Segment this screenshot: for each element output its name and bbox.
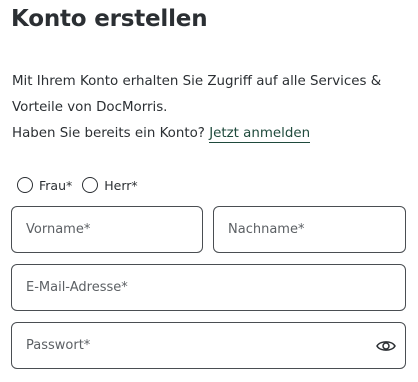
radio-label-herr: Herr* <box>104 177 138 193</box>
email-input[interactable] <box>26 265 386 310</box>
first-name-field <box>11 206 203 253</box>
intro-line-1: Mit Ihrem Konto erhalten Sie Zugriff auf… <box>12 74 382 89</box>
login-prompt-text: Haben Sie bereits ein Konto? <box>12 126 205 141</box>
registration-form-page: Konto erstellen Mit Ihrem Konto erhalten… <box>0 0 418 382</box>
intro-line-2: Vorteile von DocMorris. <box>12 100 168 115</box>
radio-label-frau: Frau* <box>39 177 73 193</box>
login-link[interactable]: Jetzt anmelden <box>209 126 311 143</box>
password-input[interactable] <box>26 323 356 368</box>
salutation-radio-group: Frau* Herr* <box>17 177 148 193</box>
radio-button-frau[interactable] <box>17 177 33 193</box>
last-name-field <box>213 206 406 253</box>
intro-line-3: Haben Sie bereits ein Konto? Jetzt anmel… <box>12 121 412 147</box>
radio-herr[interactable]: Herr* <box>82 177 138 193</box>
first-name-input[interactable] <box>26 207 186 252</box>
email-field <box>11 264 406 311</box>
eye-icon[interactable] <box>376 337 396 355</box>
radio-frau[interactable]: Frau* <box>17 177 72 193</box>
radio-button-herr[interactable] <box>82 177 99 193</box>
page-title: Konto erstellen <box>11 6 208 32</box>
password-field <box>11 322 406 369</box>
intro-text: Mit Ihrem Konto erhalten Sie Zugriff auf… <box>12 69 412 147</box>
last-name-input[interactable] <box>228 207 388 252</box>
